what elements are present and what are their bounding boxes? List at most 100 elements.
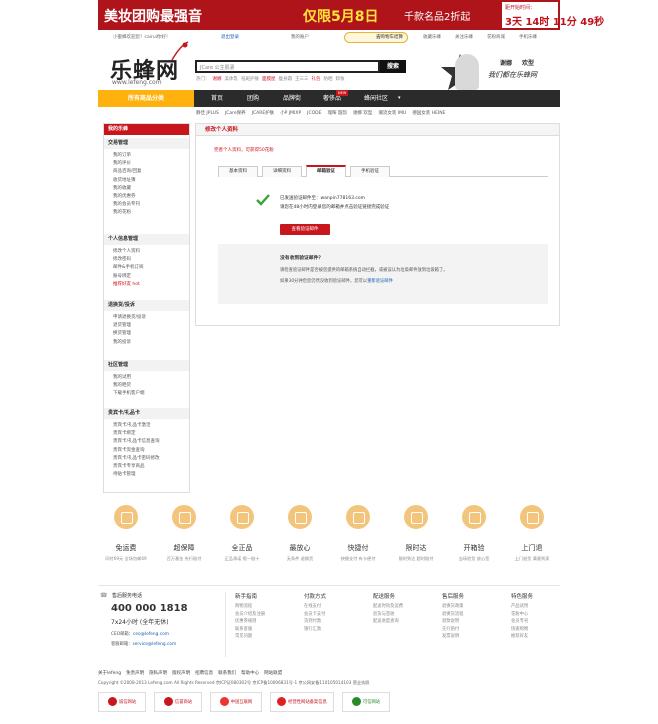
trust-badge[interactable]: 诚信网站 (98, 692, 146, 712)
footer-link[interactable]: 验货与签收 (373, 611, 433, 619)
sidebar-item[interactable]: 我的会员专刊 (104, 201, 189, 209)
footer-link[interactable]: 招聘信息 (195, 671, 213, 676)
brand-link[interactable]: JCODE (307, 111, 321, 116)
promo-banner[interactable]: 美妆团购最强音 仅限5月8日 千款名品2折起 距开始时间： 3天 14时 11分… (98, 0, 604, 30)
bookmark-link[interactable]: 收藏乐蜂 (423, 34, 441, 40)
footer-link[interactable]: 免责声明 (126, 671, 144, 676)
feature-item[interactable]: 免运费 同付69元 全场包邮69 (98, 505, 154, 562)
celebrity-ad[interactable]: 谢娜 欢型 我们都在乐蜂网 (440, 52, 560, 92)
sidebar-item[interactable]: 申请退换货/投诉 (104, 314, 189, 322)
hot-keyword[interactable]: 礼包 (312, 77, 321, 82)
sidebar-item[interactable]: 我的花粉 (104, 209, 189, 217)
hot-keyword[interactable]: 祛斑护肤 (241, 77, 259, 82)
sidebar-item[interactable]: 我的晒货 (104, 382, 189, 390)
brand-link[interactable]: JCARE护肤 (252, 111, 275, 116)
sidebar-item[interactable]: 贵宾卡/礼品卡激活 (104, 422, 189, 430)
sidebar-item[interactable]: 待贴卡管理 (104, 471, 189, 479)
sidebar-item[interactable]: 账号绑定 (104, 273, 189, 281)
trust-badge[interactable]: 可信网站 (342, 692, 390, 712)
ceo-email-link[interactable]: ceo@lefeng.com (133, 632, 169, 637)
feature-item[interactable]: 全正品 正品承诺 假一赔十 (214, 505, 270, 562)
footer-link[interactable]: 优惠券规则 (235, 618, 295, 626)
feature-item[interactable]: 上门退 上门退货 满意到家 (504, 505, 560, 562)
sidebar-item[interactable]: 我的收藏 (104, 185, 189, 193)
footer-link[interactable]: 退换货政策 (442, 603, 502, 611)
sidebar-item[interactable]: 我的评价 (104, 160, 189, 168)
brand-link[interactable]: JCare保养 (225, 111, 246, 116)
tab-phone-verify[interactable]: 手机验证 (350, 166, 390, 177)
mall-link[interactable]: 花粉商城 (487, 34, 505, 40)
footer-link[interactable]: 退换货流程 (442, 611, 502, 619)
footer-link[interactable]: 先行赔付 (442, 626, 502, 634)
sidebar-item[interactable]: 我的订单 (104, 152, 189, 160)
logout-link[interactable]: 退出登录 (221, 34, 239, 40)
mobile-link[interactable]: 手机乐蜂 (519, 34, 537, 40)
trust-badge[interactable]: 中国互联网 (210, 692, 262, 712)
sidebar-item[interactable]: 收货地址簿 (104, 177, 189, 185)
footer-link[interactable]: 联系客服 (235, 626, 295, 634)
footer-link[interactable]: 配送进度查询 (373, 618, 433, 626)
account-link[interactable]: 我的账户 (291, 34, 309, 40)
footer-link[interactable]: 购物流程 (235, 603, 295, 611)
feature-item[interactable]: 超保障 百万基金 先行赔付 (156, 505, 212, 562)
category-menu[interactable]: 所有商品分类 (98, 90, 194, 107)
hot-keyword[interactable]: 卸妆 (336, 77, 345, 82)
nav-community[interactable]: 蜂闲社区 (354, 90, 398, 107)
feature-item[interactable]: 开箱验 当场验货 放心签 (446, 505, 502, 562)
sidebar-item[interactable]: 贵宾卡资金查询 (104, 447, 189, 455)
sidebar-item[interactable]: 推荐好友 hot (104, 281, 189, 289)
footer-link[interactable]: 退款说明 (442, 618, 502, 626)
sidebar-item[interactable]: 贵宾卡专享商品 (104, 463, 189, 471)
brand-link[interactable]: 小P JMIXP (280, 111, 301, 116)
view-email-button[interactable]: 查看验证邮件 (280, 224, 330, 235)
footer-link[interactable]: 快速购物 (511, 626, 571, 634)
nav-home[interactable]: 首页 (202, 90, 232, 107)
search-input[interactable]: JCare 公主肌妻 (195, 60, 380, 73)
sidebar-item[interactable]: 邮件&手机订阅 (104, 264, 189, 272)
footer-link[interactable]: 发票说明 (442, 633, 502, 641)
sidebar-item[interactable]: 贵宾卡/礼品卡信息查询 (104, 438, 189, 446)
feature-item[interactable]: 快捷付 快捷支付 有卡便付 (330, 505, 386, 562)
sidebar-item[interactable]: 修改密码 (104, 256, 189, 264)
footer-link[interactable]: 隐私声明 (149, 671, 167, 676)
cart-button[interactable]: 🛒 去购物车结算 (344, 32, 408, 43)
brand-link[interactable]: 谢娜 欢型 (353, 111, 372, 116)
footer-link[interactable]: 会员卡支付 (304, 611, 364, 619)
brand-link[interactable]: 潮流女装 IMU (378, 111, 406, 116)
footer-link[interactable]: 会员介绍及注册 (235, 611, 295, 619)
footer-link[interactable]: 银行汇款 (304, 626, 364, 634)
hot-keyword[interactable]: 瘦身霜 (279, 77, 293, 82)
brand-link[interactable]: 德国女装 HEINE (412, 111, 445, 116)
brand-link[interactable]: 瑞晖 韶韵 (328, 111, 347, 116)
resend-email-link[interactable]: 重新验证邮件 (367, 279, 393, 284)
feature-item[interactable]: 限时达 限时到达 超时赔付 (388, 505, 444, 562)
tab-basic-info[interactable]: 基本资料 (218, 166, 258, 177)
sidebar-item[interactable]: 换货管理 (104, 330, 189, 338)
sidebar-item[interactable]: 商品咨询/回复 (104, 168, 189, 176)
footer-link[interactable]: 关于lefeng (98, 671, 121, 676)
footer-link[interactable]: 配送时效及运费 (373, 603, 433, 611)
footer-link[interactable]: 版权声明 (172, 671, 190, 676)
sidebar-item[interactable]: 修改个人资料 (104, 248, 189, 256)
sidebar-item[interactable]: 贵宾卡绑定 (104, 430, 189, 438)
hot-keyword[interactable]: 防晒 (324, 77, 333, 82)
footer-link[interactable]: 常见问题 (235, 633, 295, 641)
footer-link[interactable]: 会员专刊 (511, 618, 571, 626)
nav-groupbuy[interactable]: 团购 (238, 90, 268, 107)
follow-link[interactable]: 关注乐蜂 (455, 34, 473, 40)
sidebar-item[interactable]: 我的试用 (104, 374, 189, 382)
sidebar-item[interactable]: 贵宾卡/礼品卡密码修改 (104, 455, 189, 463)
footer-link[interactable]: 推荐好友 (511, 633, 571, 641)
search-button[interactable]: 搜索 (380, 60, 406, 73)
hot-keyword[interactable]: 面膜屋 (262, 77, 276, 82)
footer-link[interactable]: 货到付款 (304, 618, 364, 626)
footer-link[interactable]: 产品试用 (511, 603, 571, 611)
hot-keyword[interactable]: 美体乳 (225, 77, 239, 82)
tab-detail-info[interactable]: 详细资料 (262, 166, 302, 177)
footer-link[interactable]: 花粉中心 (511, 611, 571, 619)
tab-email-verify[interactable]: 邮箱验证 (306, 165, 346, 177)
brand-link[interactable]: 静佳 JPLUS (196, 111, 219, 116)
trust-badge[interactable]: 经营性网站备案信息 (270, 692, 334, 712)
sidebar-item[interactable]: 退货管理 (104, 322, 189, 330)
sidebar-item[interactable]: 我的优惠券 (104, 193, 189, 201)
